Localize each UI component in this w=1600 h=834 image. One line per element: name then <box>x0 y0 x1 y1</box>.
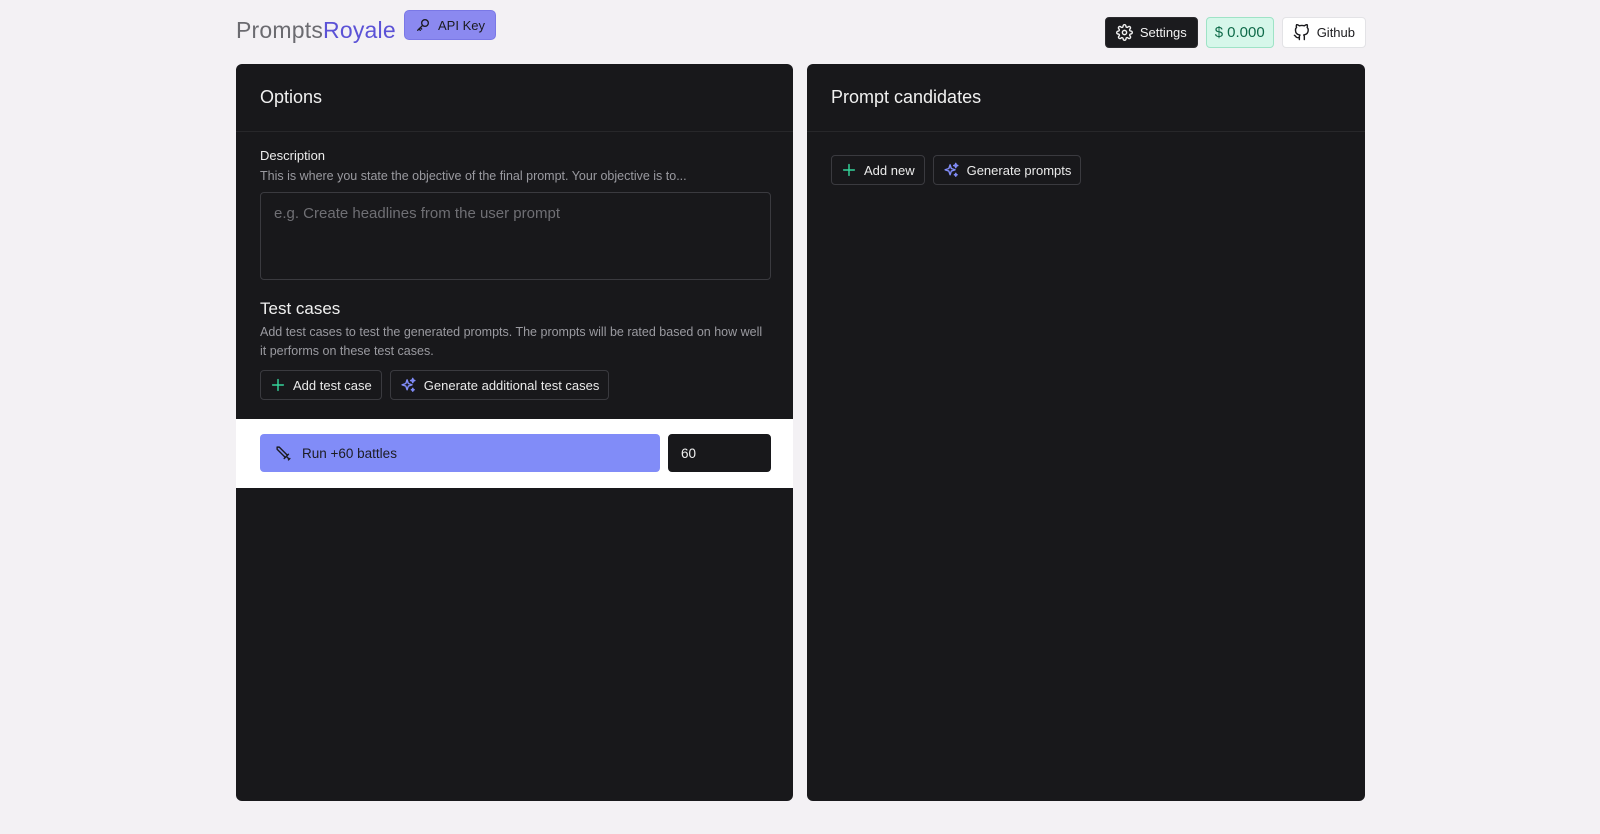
prompt-candidates-panel: Prompt candidates Add new Generate promp… <box>807 64 1365 801</box>
github-button[interactable]: Github <box>1281 17 1366 48</box>
generate-prompts-label: Generate prompts <box>966 162 1072 178</box>
logo-accent: Royale <box>323 17 396 43</box>
description-label: Description <box>260 148 326 163</box>
generate-prompts-button[interactable]: Generate prompts <box>932 155 1082 185</box>
add-test-case-button[interactable]: Add test case <box>260 370 382 400</box>
generate-test-cases-button[interactable]: Generate additional test cases <box>389 370 610 400</box>
battles-count-input[interactable]: 60 <box>668 434 771 472</box>
cost-value: 0.000 <box>1227 24 1265 41</box>
description-help: This is where you state the objective of… <box>260 169 687 183</box>
run-battles-label: Run +60 battles <box>302 445 397 461</box>
api-key-button[interactable]: API Key <box>404 10 496 40</box>
key-icon <box>415 17 431 33</box>
generate-test-cases-label: Generate additional test cases <box>423 377 600 393</box>
github-label: Github <box>1316 25 1355 40</box>
logo-prefix: Prompts <box>236 17 324 43</box>
options-title: Options <box>236 64 793 132</box>
gear-icon <box>1115 24 1133 41</box>
cost-badge: $ 0.000 <box>1205 17 1274 48</box>
description-input[interactable] <box>260 192 771 280</box>
plus-icon <box>270 377 286 393</box>
sparkles-icon <box>400 377 417 394</box>
test-cases-help: Add test cases to test the generated pro… <box>260 325 763 358</box>
sparkles-icon <box>943 162 960 179</box>
settings-label: Settings <box>1139 25 1187 40</box>
header-controls: Settings $ 0.000 Github <box>1104 17 1366 48</box>
run-bar: Run +60 battles 60 <box>236 419 793 488</box>
sword-icon <box>275 445 292 462</box>
prompt-candidates-title: Prompt candidates <box>807 64 1365 132</box>
app-logo[interactable]: PromptsRoyale <box>236 17 396 44</box>
add-new-label: Add new <box>864 162 915 178</box>
top-header: PromptsRoyale API Key Settings $ 0.000 G… <box>236 0 1366 64</box>
run-battles-button[interactable]: Run +60 battles <box>260 434 660 472</box>
plus-icon <box>841 162 857 178</box>
options-panel: Options Description This is where you st… <box>236 64 793 801</box>
test-cases-title: Test cases <box>260 299 341 318</box>
settings-button[interactable]: Settings <box>1104 17 1198 48</box>
add-new-button[interactable]: Add new <box>831 155 925 185</box>
dollar-icon: $ <box>1214 24 1224 41</box>
github-icon <box>1293 24 1310 41</box>
add-test-case-label: Add test case <box>293 377 372 393</box>
api-key-label: API Key <box>438 17 485 33</box>
